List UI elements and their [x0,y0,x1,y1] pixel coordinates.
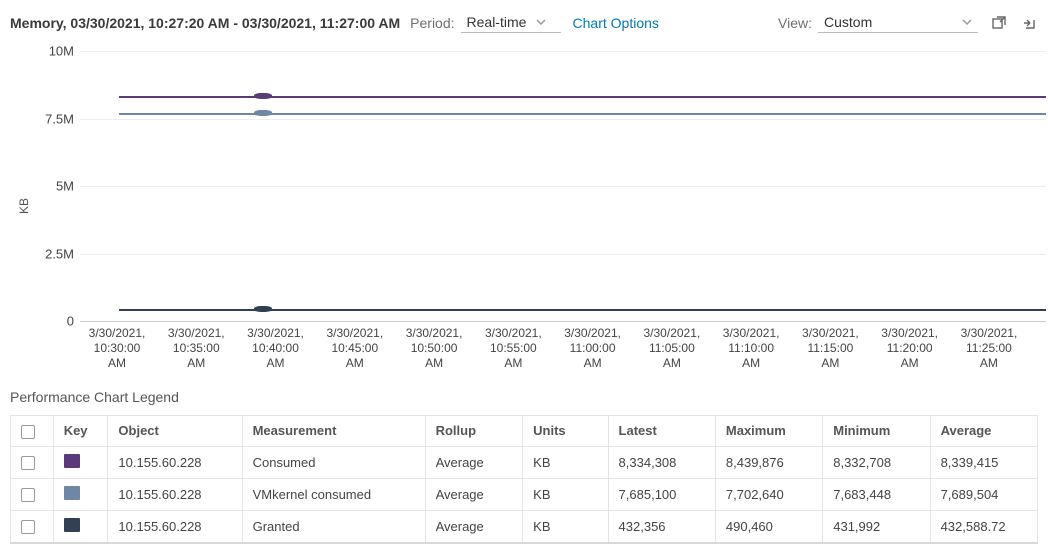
chart-title: Memory, 03/30/2021, 10:27:20 AM - 03/30/… [10,15,400,31]
cell-minimum: 8,332,708 [823,446,930,478]
gridline [80,254,1046,255]
series-bump [254,306,272,312]
col-latest[interactable]: Latest [608,416,715,447]
y-tick-label: 0 [24,314,74,329]
x-tick-label: 3/30/2021,10:35:00AM [159,326,233,371]
cell-minimum: 7,683,448 [823,478,930,510]
col-key[interactable]: Key [53,416,108,447]
x-tick-label: 3/30/2021,10:50:00AM [397,326,471,371]
series-bump [254,93,272,99]
cell-minimum: 431,992 [823,510,930,543]
detach-icon[interactable] [990,14,1008,32]
cell-units: KB [523,510,608,543]
cell-latest: 8,334,308 [608,446,715,478]
select-all-checkbox[interactable] [21,425,35,439]
chart-plot: 02.5M5M7.5M10M [80,51,1046,321]
cell-average: 432,588.72 [930,510,1037,543]
period-value: Real-time [467,14,527,30]
cell-measurement: VMkernel consumed [242,478,425,510]
cell-rollup: Average [425,446,523,478]
legend-table: Key Object Measurement Rollup Units Late… [10,415,1038,544]
row-checkbox[interactable] [21,520,35,534]
col-average[interactable]: Average [930,416,1037,447]
export-icon[interactable] [1020,14,1038,32]
view-label: View: [778,15,812,31]
x-tick-label: 3/30/2021,10:30:00AM [80,326,154,371]
cell-latest: 432,356 [608,510,715,543]
cell-average: 8,339,415 [930,446,1037,478]
view-value: Custom [824,14,872,30]
chart-area: KB 02.5M5M7.5M10M 3/30/2021,10:30:00AM3/… [10,41,1038,371]
period-label: Period: [410,15,454,31]
table-row[interactable]: 10.155.60.228ConsumedAverageKB8,334,3088… [11,446,1038,478]
top-bar: Memory, 03/30/2021, 10:27:20 AM - 03/30/… [10,8,1038,41]
row-checkbox[interactable] [21,456,35,470]
cell-latest: 7,685,100 [608,478,715,510]
x-tick-label: 3/30/2021,11:25:00AM [952,326,1026,371]
x-tick-label: 3/30/2021,11:20:00AM [873,326,947,371]
color-swatch [64,454,80,468]
y-tick-label: 2.5M [24,246,74,261]
row-checkbox[interactable] [21,488,35,502]
x-tick-label: 3/30/2021,11:15:00AM [793,326,867,371]
legend-header-row: Key Object Measurement Rollup Units Late… [11,416,1038,447]
chart-options-link[interactable]: Chart Options [573,15,659,31]
view-dropdown[interactable]: Custom [818,12,978,33]
cell-maximum: 490,460 [715,510,822,543]
legend-title: Performance Chart Legend [10,389,1038,405]
x-tick-label: 3/30/2021,10:40:00AM [239,326,313,371]
cell-maximum: 8,439,876 [715,446,822,478]
x-tick-label: 3/30/2021,11:00:00AM [556,326,630,371]
gridline [80,51,1046,52]
series-bump [254,110,272,116]
y-tick-label: 7.5M [24,111,74,126]
x-tick-label: 3/30/2021,10:55:00AM [476,326,550,371]
cell-average: 7,689,504 [930,478,1037,510]
period-dropdown[interactable]: Real-time [461,12,561,33]
y-tick-label: 5M [24,179,74,194]
cell-maximum: 7,702,640 [715,478,822,510]
chevron-down-icon [536,19,546,25]
chevron-down-icon [962,19,972,25]
cell-rollup: Average [425,510,523,543]
table-row[interactable]: 10.155.60.228GrantedAverageKB432,356490,… [11,510,1038,543]
cell-measurement: Granted [242,510,425,543]
col-object[interactable]: Object [108,416,242,447]
color-swatch [64,486,80,500]
cell-object: 10.155.60.228 [108,446,242,478]
x-tick-label: 3/30/2021,11:10:00AM [714,326,788,371]
y-axis-unit: KB [17,198,31,214]
col-minimum[interactable]: Minimum [823,416,930,447]
y-tick-label: 10M [24,44,74,59]
col-rollup[interactable]: Rollup [425,416,523,447]
x-tick-label: 3/30/2021,11:05:00AM [635,326,709,371]
cell-object: 10.155.60.228 [108,510,242,543]
x-tick-label: 3/30/2021,10:45:00AM [318,326,392,371]
gridline [80,321,1046,322]
gridline [80,186,1046,187]
cell-units: KB [523,446,608,478]
col-units[interactable]: Units [523,416,608,447]
cell-rollup: Average [425,478,523,510]
x-axis: 3/30/2021,10:30:00AM3/30/2021,10:35:00AM… [80,326,1026,371]
color-swatch [64,518,80,532]
cell-measurement: Consumed [242,446,425,478]
table-row[interactable]: 10.155.60.228VMkernel consumedAverageKB7… [11,478,1038,510]
cell-object: 10.155.60.228 [108,478,242,510]
gridline [80,119,1046,120]
col-maximum[interactable]: Maximum [715,416,822,447]
cell-units: KB [523,478,608,510]
col-measurement[interactable]: Measurement [242,416,425,447]
